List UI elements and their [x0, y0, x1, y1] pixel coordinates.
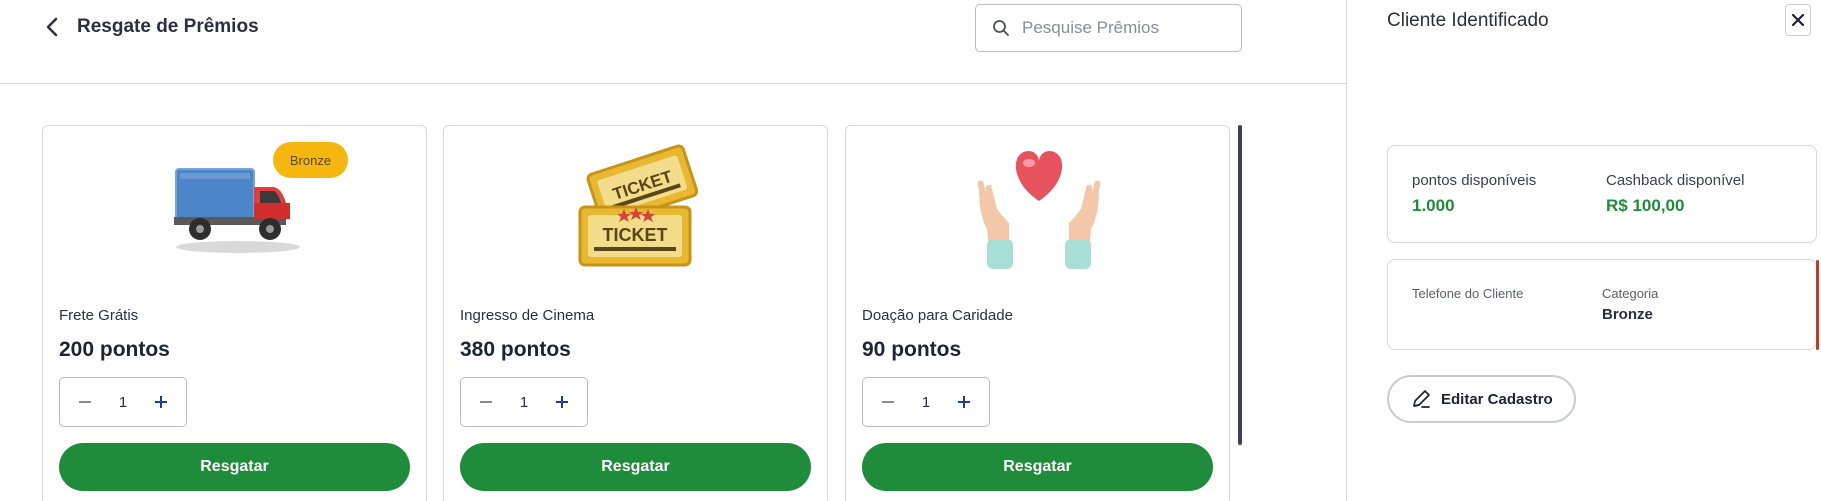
quantity-stepper: 1: [862, 377, 990, 427]
product-grid: Bronze Frete Grátis 200 pontos 1 Resgata…: [0, 84, 1347, 501]
ticket-label: TICKET: [602, 225, 667, 245]
decrease-button[interactable]: [877, 391, 899, 413]
points-value: 1.000: [1412, 196, 1455, 215]
minus-icon: [79, 401, 91, 403]
quantity-value: 1: [118, 393, 128, 411]
scroll-indicator: [1816, 260, 1819, 350]
back-button[interactable]: [40, 14, 66, 40]
redeem-button[interactable]: Resgatar: [862, 443, 1213, 491]
product-image: [946, 134, 1131, 284]
search-box[interactable]: [975, 4, 1242, 52]
page-title: Resgate de Prêmios: [77, 16, 259, 37]
product-card: Bronze Frete Grátis 200 pontos 1 Resgata…: [42, 125, 427, 501]
redeem-button[interactable]: Resgatar: [460, 443, 811, 491]
chevron-left-icon: [46, 17, 58, 37]
app: Resgate de Prêmios Pesquise Prêmios Bron…: [0, 0, 1821, 501]
quantity-stepper: 1: [460, 377, 588, 427]
product-points: 200 pontos: [59, 338, 170, 361]
category-value: Bronze: [1602, 306, 1653, 323]
customer-panel: Cliente Identificado pontos disponíveis …: [1348, 0, 1821, 501]
product-points: 90 pontos: [862, 338, 962, 361]
minus-icon: [882, 401, 894, 403]
edit-profile-button[interactable]: Editar Cadastro: [1387, 375, 1576, 423]
quantity-value: 1: [519, 393, 529, 411]
category-label: Categoria: [1602, 286, 1659, 301]
balance-box: pontos disponíveis 1.000 Cashback dispon…: [1387, 145, 1817, 243]
product-name: Doação para Caridade: [862, 307, 1013, 324]
edit-profile-label: Editar Cadastro: [1441, 390, 1553, 408]
cashback-label: Cashback disponível: [1606, 172, 1745, 189]
top-bar: Resgate de Prêmios: [0, 0, 1347, 84]
cashback-value: R$ 100,00: [1606, 196, 1685, 215]
increase-button[interactable]: [150, 391, 172, 413]
plus-icon: [155, 396, 167, 408]
close-icon: [1791, 13, 1805, 27]
plus-icon: [958, 396, 970, 408]
decrease-button[interactable]: [475, 391, 497, 413]
increase-button[interactable]: [551, 391, 573, 413]
close-button[interactable]: [1785, 4, 1811, 36]
search-icon: [993, 20, 1009, 36]
pencil-icon: [1413, 390, 1430, 408]
phone-label: Telefone do Cliente: [1412, 286, 1524, 301]
product-card: TICKET TICKET Ingresso de Cinema 380 pon…: [443, 125, 828, 501]
scrollbar[interactable]: [1238, 125, 1242, 445]
search-input[interactable]: [1022, 18, 1222, 38]
product-image: TICKET TICKET: [544, 134, 729, 284]
minus-icon: [480, 401, 492, 403]
points-label: pontos disponíveis: [1412, 172, 1537, 189]
heart-hands-icon: [977, 151, 1100, 269]
decrease-button[interactable]: [74, 391, 96, 413]
quantity-value: 1: [921, 393, 931, 411]
main-area: Resgate de Prêmios Pesquise Prêmios Bron…: [0, 0, 1347, 501]
product-name: Frete Grátis: [59, 307, 139, 324]
product-points: 380 pontos: [460, 338, 571, 361]
tier-badge: Bronze: [273, 142, 348, 178]
redeem-button[interactable]: Resgatar: [59, 443, 410, 491]
plus-icon: [556, 396, 568, 408]
product-name: Ingresso de Cinema: [460, 307, 595, 324]
panel-title: Cliente Identificado: [1387, 10, 1549, 31]
product-card: Doação para Caridade 90 pontos 1 Resgata…: [845, 125, 1230, 501]
quantity-stepper: 1: [59, 377, 187, 427]
customer-info-box: Telefone do Cliente Categoria Bronze: [1387, 259, 1817, 350]
increase-button[interactable]: [953, 391, 975, 413]
ticket-icon: TICKET TICKET: [578, 144, 698, 267]
